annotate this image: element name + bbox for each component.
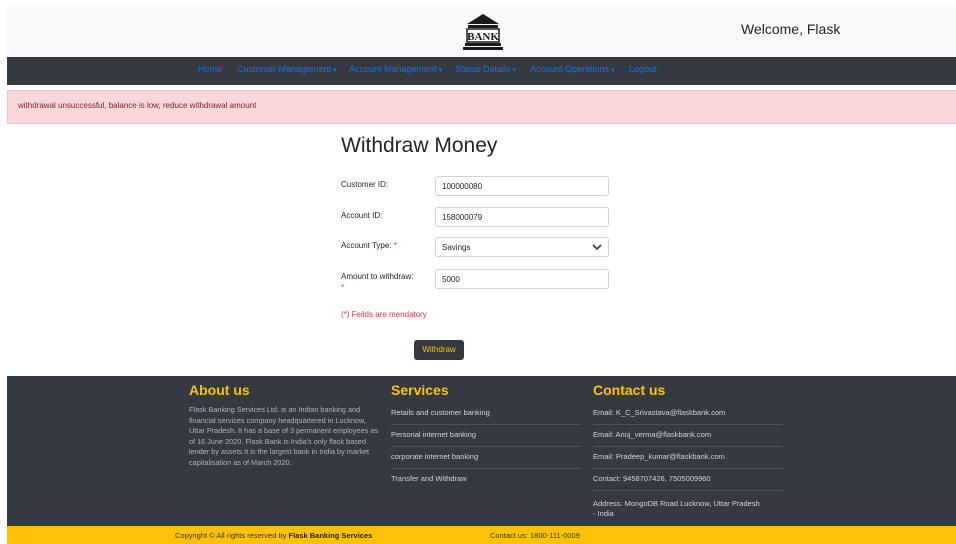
- copyright-prefix: Copyright © All rights reserved by: [175, 531, 287, 540]
- account-id-value: 158000079: [442, 213, 483, 222]
- withdraw-button[interactable]: Withdraw: [414, 340, 464, 360]
- contact-address: Address: MongoDB Road Lucknow, Uttar Pra…: [593, 499, 760, 518]
- account-type-value: Savings: [442, 243, 471, 252]
- account-id-label: Account ID:: [341, 211, 383, 220]
- nav-logout-label: Logout: [629, 64, 657, 74]
- chevron-down-icon: [592, 244, 602, 251]
- amount-value: 5000: [442, 275, 460, 284]
- about-heading: About us: [189, 382, 250, 398]
- nav-account-management-label: Account Management: [349, 64, 437, 74]
- service-item[interactable]: Personal internet banking: [391, 425, 581, 447]
- nav-home[interactable]: Home: [198, 64, 222, 74]
- copyright-text: Copyright © All rights reserved by Flask…: [175, 531, 372, 540]
- contact-phone: Contact: 9458707426, 7505009960: [593, 469, 783, 491]
- account-id-field[interactable]: 158000079: [435, 207, 609, 227]
- dropdown-caret-icon: ▾: [512, 67, 517, 74]
- contact-email-3[interactable]: Email: Pradeep_kumar@flaskbank.com: [593, 447, 783, 469]
- customer-id-value: 100000080: [442, 182, 483, 191]
- service-item[interactable]: corporate internet banking: [391, 447, 581, 469]
- mandatory-note: (*) Feilds are mendatory: [341, 310, 427, 319]
- page: BANK Welcome, Flask Home Customer Manage…: [0, 0, 956, 544]
- main-navbar: Home Customer Management ▾ Account Manage…: [7, 57, 956, 85]
- alert-message: withdrawal unsuccessful, balance is low,…: [18, 101, 257, 110]
- copyright-brand: Flask Banking Services: [288, 531, 373, 540]
- nav-account-operations-label: Account Operations: [530, 64, 610, 74]
- account-type-select[interactable]: Savings: [435, 237, 609, 257]
- customer-id-label: Customer ID:: [341, 180, 389, 189]
- nav-account-operations[interactable]: Account Operations ▾: [530, 64, 615, 74]
- nav-customer-management-label: Customer Management: [237, 64, 332, 74]
- contact-email-2[interactable]: Email: Anuj_verma@flaskbank.com: [593, 425, 783, 447]
- account-type-label: Account Type: *: [341, 241, 397, 250]
- nav-account-management[interactable]: Account Management ▾: [349, 64, 442, 74]
- page-title: Withdraw Money: [341, 134, 498, 157]
- dropdown-caret-icon: ▾: [611, 67, 615, 74]
- bank-logo[interactable]: BANK: [459, 12, 507, 52]
- nav-status-details-label: Status Details: [455, 64, 511, 74]
- nav-logout[interactable]: Logout: [629, 64, 657, 74]
- service-item[interactable]: Transfer and Withdraw: [391, 469, 581, 491]
- dropdown-caret-icon: ▾: [333, 67, 337, 74]
- account-type-label-text: Account Type:: [341, 241, 392, 250]
- dropdown-caret-icon: ▾: [438, 67, 443, 74]
- amount-field[interactable]: 5000: [435, 269, 609, 289]
- about-text: Flask Banking Services Ltd. is an Indian…: [189, 405, 379, 467]
- required-mark: *: [393, 241, 397, 250]
- logo-text: BANK: [467, 31, 499, 43]
- customer-id-field[interactable]: 100000080: [435, 176, 609, 196]
- nav-customer-management[interactable]: Customer Management ▾: [237, 64, 337, 74]
- contact-email-1[interactable]: Email: K_C_Srivastava@flaskbank.com: [593, 403, 783, 425]
- welcome-text: Welcome, Flask: [741, 21, 841, 37]
- copyright-bar: Copyright © All rights reserved by Flask…: [7, 526, 956, 544]
- error-alert: withdrawal unsuccessful, balance is low,…: [7, 90, 956, 124]
- contact-heading: Contact us: [593, 382, 666, 398]
- copyright-contact: Contact us: 1800-111-0009: [490, 531, 580, 540]
- amount-required-mark: *: [341, 283, 345, 292]
- nav-home-label: Home: [198, 64, 223, 74]
- amount-label: Amount to withdraw:: [341, 272, 414, 281]
- nav-status-details[interactable]: Status Details ▾: [455, 64, 516, 74]
- bank-building-icon: BANK: [463, 14, 503, 50]
- services-heading: Services: [391, 382, 449, 398]
- service-item[interactable]: Retails and customer banking: [391, 403, 581, 425]
- top-header: BANK Welcome, Flask: [7, 7, 956, 57]
